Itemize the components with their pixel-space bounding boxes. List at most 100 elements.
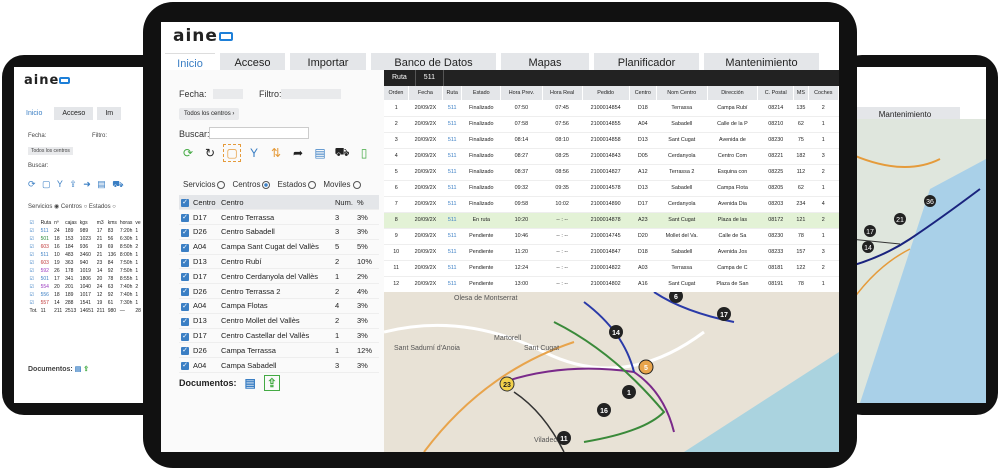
table-row[interactable]: ✓ A04 Campa Flotas 4 3% [179, 298, 379, 314]
grid-row[interactable]: 8 20/09/2X 511 En ruta 10:20 -- : -- 210001487… [384, 212, 839, 229]
radio-icon[interactable] [217, 180, 226, 189]
grid-header-cell[interactable]: Ruta [442, 86, 463, 100]
row-checkbox[interactable]: ✓ [179, 342, 193, 359]
left-radio-estados[interactable]: Estados [89, 204, 111, 210]
left-radio-centros[interactable]: Centros [61, 204, 82, 210]
centros-dropdown[interactable]: Todos los centros › [179, 108, 240, 120]
truck-icon[interactable]: ⛟ [333, 144, 351, 162]
select-area-icon[interactable]: ▢ [223, 144, 241, 162]
grid-header-cell[interactable]: Dirección [707, 86, 759, 100]
row-checkbox[interactable]: ✓ [179, 298, 193, 314]
table-row[interactable]: ✓ D17 Centro Cerdanyola del Vallès 1 2% [179, 268, 379, 285]
left-tab-inicio[interactable]: Inicio [18, 107, 51, 120]
left-radios[interactable]: Servicios ◉ Centros ○ Estados ○ [28, 203, 116, 210]
grid-row[interactable]: 1 20/09/2X 511 Finalizado 07:50 07:45 21000148… [384, 100, 839, 117]
grid-row[interactable]: 11 20/09/2X 511 Pendiente 12:24 -- : -- 210001… [384, 260, 839, 277]
checkbox-icon[interactable]: ✓ [181, 243, 189, 252]
radio-centros[interactable]: Centros [232, 180, 271, 189]
left-tab-acceso[interactable]: Acceso [54, 107, 94, 120]
radio-servicios[interactable]: Servicios [183, 180, 226, 189]
grid-row[interactable]: 3 20/09/2X 511 Finalizado 08:14 08:10 21000148… [384, 132, 839, 149]
row-checkbox[interactable]: ✓ [179, 254, 193, 270]
table-row[interactable]: ✓ D17 Centro Terrassa 3 3% [179, 209, 379, 226]
checkbox-icon[interactable]: ✓ [181, 288, 189, 297]
row-checkbox[interactable]: ✓ [179, 224, 193, 240]
grid-row[interactable]: 10 20/09/2X 511 Pendiente 11:20 -- : -- 210001… [384, 244, 839, 261]
checkbox-icon[interactable]: ✓ [181, 362, 189, 371]
table-row[interactable]: ✓ D13 Centro Mollet del Vallès 2 3% [179, 313, 379, 329]
row-checkbox[interactable]: ☑ [28, 267, 39, 275]
grid-header-cell[interactable]: Coches [808, 86, 839, 100]
checkbox-icon[interactable]: ✓ [181, 302, 189, 311]
right-map[interactable]: 17 21 36 14 [840, 119, 986, 403]
row-checkbox[interactable]: ☑ [28, 227, 39, 235]
grid-header-cell[interactable]: Hora Prev. [500, 86, 543, 100]
left-toolbar-icons[interactable]: ⟳ ▢ Y ⇪ ➜ ▤ ⛟ [28, 179, 126, 191]
checkbox-icon[interactable]: ✓ [181, 258, 189, 267]
grid-row[interactable]: 6 20/09/2X 511 Finalizado 09:32 09:35 21000145… [384, 180, 839, 197]
radio-icon[interactable] [308, 180, 317, 189]
table-row[interactable]: ✓ A04 Campa Sabadell 3 3% [179, 357, 379, 374]
row-checkbox[interactable]: ✓ [179, 209, 193, 226]
refresh-green-icon[interactable]: ⟳ [179, 144, 197, 162]
csv-icon[interactable]: ▤ [75, 366, 82, 373]
upload-icon[interactable]: ⇪ [263, 375, 280, 391]
row-checkbox[interactable]: ☑ [28, 235, 39, 243]
map-canvas[interactable]: Olesa de Montserrat Sant Sadurní d'Anoia… [384, 292, 839, 452]
search-input[interactable] [209, 127, 309, 139]
table-row[interactable]: ✓ A04 Campa Sant Cugat del Vallès 5 5% [179, 239, 379, 255]
grid-header-cell[interactable]: Hora Real [542, 86, 583, 100]
checkbox-icon[interactable]: ✓ [181, 214, 189, 223]
radio-moviles[interactable]: Moviles [323, 180, 361, 189]
table-row[interactable]: ✓ D26 Centro Sabadell 3 3% [179, 224, 379, 240]
row-checkbox[interactable]: ☑ [28, 299, 39, 307]
table-row[interactable]: ☑ 511 10 483 3460 21 136 8:00h 1 [28, 251, 142, 259]
grid-header-cell[interactable]: Fecha [408, 86, 443, 100]
radio-estados[interactable]: Estados [277, 180, 317, 189]
upload-icon[interactable]: ⇪ [83, 366, 89, 373]
document-icon[interactable]: ▤ [311, 144, 329, 162]
row-checkbox[interactable]: ✓ [179, 283, 193, 300]
refresh-icon[interactable]: ↻ [201, 144, 219, 162]
arrow-right-icon[interactable]: ➦ [289, 144, 307, 162]
row-checkbox[interactable]: ☑ [28, 259, 39, 267]
row-checkbox[interactable]: ☑ [28, 291, 39, 299]
grid-row[interactable]: 2 20/09/2X 511 Finalizado 07:58 07:56 21000148… [384, 116, 839, 133]
table-row[interactable]: ✓ D26 Campa Terrassa 1 12% [179, 342, 379, 359]
table-row[interactable]: ✓ D26 Centro Terrassa 2 2 4% [179, 283, 379, 300]
grid-header-cell[interactable]: Nom Centro [656, 86, 708, 100]
grid-header-cell[interactable]: Pedido [582, 86, 630, 100]
table-row[interactable]: ✓ D13 Centro Rubí 2 10% [179, 254, 379, 270]
mobile-icon[interactable]: ▯ [355, 144, 373, 162]
left-tab-importar[interactable]: Im [97, 107, 122, 120]
row-checkbox[interactable]: ☑ [28, 251, 39, 259]
row-checkbox[interactable]: ✓ [179, 239, 193, 255]
grid-row[interactable]: 12 20/09/2X 511 Pendiente 13:00 -- : -- 210001… [384, 276, 839, 293]
row-checkbox[interactable]: ✓ [179, 313, 193, 329]
radio-selected-icon[interactable] [262, 180, 271, 189]
table-row[interactable]: ☑ 592 26 178 1019 14 92 7:50h 1 [28, 267, 142, 275]
table-row[interactable]: ✓ D17 Centro Castellar del Vallès 1 3% [179, 328, 379, 344]
radio-icon[interactable] [352, 180, 361, 189]
table-row[interactable]: ☑ 554 20 201 1040 24 63 7:40h 2 [28, 283, 142, 291]
table-row[interactable]: ☑ 603 16 184 936 19 69 8:50h 2 [28, 243, 142, 251]
grid-row[interactable]: 4 20/09/2X 511 Finalizado 08:27 08:25 21000148… [384, 148, 839, 165]
grid-tab-route-id[interactable]: 511 [416, 70, 444, 86]
checkbox-icon[interactable]: ✓ [181, 317, 189, 326]
grid-header-cell[interactable]: Orden [384, 86, 409, 100]
table-row[interactable]: ☑ 557 14 288 1541 19 61 7:30h 1 [28, 299, 142, 307]
merge-icon[interactable]: Y [245, 144, 263, 162]
table-row[interactable]: ☑ 501 17 341 1806 20 78 8:55h 1 [28, 275, 142, 283]
row-checkbox[interactable]: ☑ [28, 243, 39, 251]
grid-header-cell[interactable]: C. Postal [757, 86, 795, 100]
table-row[interactable]: ☑ 511 24 189 989 17 83 7:20h 1 [28, 227, 142, 235]
select-all-checkbox[interactable]: ✓ [181, 199, 189, 208]
left-radio-servicios[interactable]: Servicios [28, 204, 52, 210]
checkbox-icon[interactable]: ✓ [181, 347, 189, 356]
checkbox-icon[interactable]: ✓ [181, 228, 189, 237]
checkbox-icon[interactable]: ✓ [181, 332, 189, 341]
grid-header-cell[interactable]: Estado [461, 86, 502, 100]
left-centros-button[interactable]: Todos los centros [28, 147, 73, 155]
table-row[interactable]: ☑ 603 19 363 940 23 84 7:50h 1 [28, 259, 142, 267]
grid-tab-ruta[interactable]: Ruta [384, 70, 416, 86]
